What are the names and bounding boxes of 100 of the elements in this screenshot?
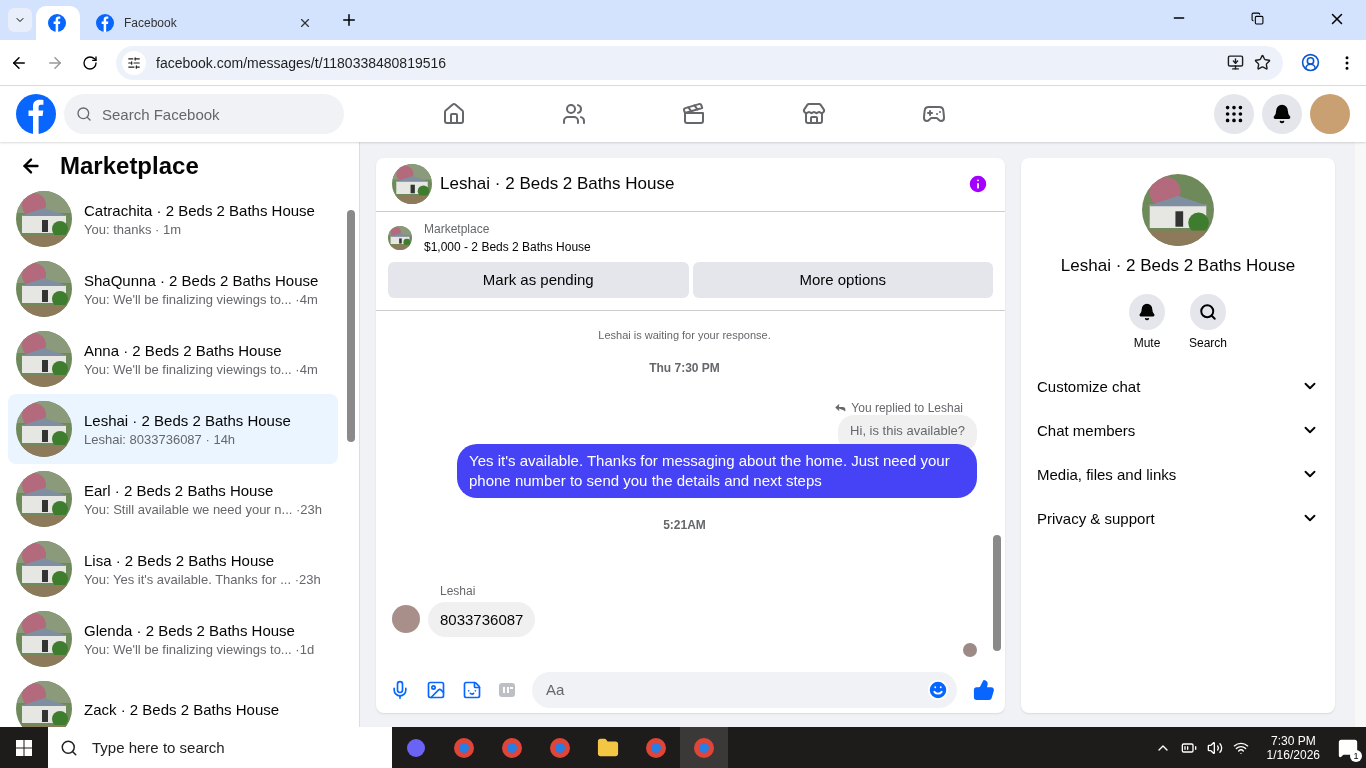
clock[interactable]: 7:30 PM 1/16/2026 xyxy=(1266,733,1320,762)
house-photo xyxy=(16,541,72,597)
sticker-icon[interactable] xyxy=(462,679,482,700)
grid-icon[interactable] xyxy=(1223,103,1245,125)
conversation-name: Glenda · 2 Beds 2 Baths House xyxy=(84,621,296,639)
action-button[interactable]: Mark as pending xyxy=(388,261,689,298)
search-icon xyxy=(60,738,78,757)
house-photo xyxy=(16,401,72,457)
tab-list-button[interactable] xyxy=(8,8,32,32)
emoji-icon[interactable] xyxy=(927,678,949,701)
browser-icon[interactable] xyxy=(501,736,523,759)
browser-icon[interactable] xyxy=(693,736,715,759)
restore-icon[interactable] xyxy=(1251,12,1264,25)
search-input[interactable]: Search Facebook xyxy=(100,104,332,124)
chat-title: Leshai · 2 Beds 2 Baths House xyxy=(440,174,676,195)
home-icon[interactable] xyxy=(442,102,466,126)
bell-icon[interactable] xyxy=(1138,303,1156,321)
conversation-name: Zack · 2 Beds 2 Baths House xyxy=(84,700,280,718)
avatar xyxy=(392,605,420,634)
active-app-button[interactable] xyxy=(680,727,728,768)
sender-name: Leshai xyxy=(440,583,477,598)
address-bar[interactable]: facebook.com/messages/t/1180338480819516 xyxy=(116,45,1283,80)
copilot-icon[interactable] xyxy=(405,736,427,759)
store-icon[interactable] xyxy=(802,102,826,126)
conversation-item[interactable]: ShaQunna · 2 Beds 2 Baths House You: We'll be finalizing viewings to... ·4m xyxy=(8,254,338,324)
search-icon[interactable] xyxy=(1199,303,1217,321)
house-photo xyxy=(392,164,432,205)
bell-icon[interactable] xyxy=(1272,104,1292,124)
search-button[interactable] xyxy=(1190,294,1226,330)
conversation-item[interactable]: Leshai · 2 Beds 2 Baths House Leshai: 8033736087 · 14h xyxy=(8,394,338,464)
browser-tab[interactable]: Facebook xyxy=(84,6,324,40)
message-preview: You: Still available we need your n... ·23h xyxy=(84,501,322,517)
scrollbar-thumb[interactable] xyxy=(347,210,355,442)
search-icon xyxy=(76,106,92,122)
bookmark-star-icon[interactable] xyxy=(1254,54,1271,71)
menu-grid-button[interactable] xyxy=(1214,94,1254,134)
folder-icon[interactable] xyxy=(597,736,619,759)
message-preview: You: We'll be finalizing viewings to... ·4m xyxy=(84,291,319,307)
message-preview: You: Yes it's available. Thanks for ... ·23h xyxy=(84,571,321,587)
volume-icon[interactable] xyxy=(1206,739,1223,756)
conversation-item[interactable]: Earl · 2 Beds 2 Baths House You: Still available we need your n... ·23h xyxy=(8,464,338,534)
sidebar-title: Marketplace xyxy=(60,152,199,180)
search-field[interactable]: Search Facebook xyxy=(64,94,344,134)
browser-icon[interactable] xyxy=(549,736,571,759)
friends-icon[interactable] xyxy=(562,102,586,126)
house-photo xyxy=(16,611,72,667)
close-icon[interactable] xyxy=(298,16,312,30)
conversation-name: Leshai · 2 Beds 2 Baths House xyxy=(84,411,291,429)
collapsible-section[interactable]: Media, files and links xyxy=(1037,452,1319,496)
sent-message: Yes it's available. Thanks for messaging about the home. Just need your phone number to send you the details and next steps xyxy=(457,443,977,498)
reply-note-text: You replied to Leshai xyxy=(851,400,963,415)
message-field[interactable]: Aa xyxy=(532,671,957,708)
browser-icon[interactable] xyxy=(645,736,667,759)
install-icon[interactable] xyxy=(1227,54,1244,71)
collapsible-section[interactable]: Privacy & support xyxy=(1037,496,1319,540)
house-photo xyxy=(16,471,72,527)
facebook-icon xyxy=(96,14,114,32)
message-input[interactable]: Aa xyxy=(544,680,927,700)
message-preview: You: thanks · 1m xyxy=(84,221,183,237)
action-button[interactable]: More options xyxy=(692,261,993,298)
house-photo xyxy=(16,191,72,247)
conversation-item[interactable]: Catrachita · 2 Beds 2 Baths House You: thanks · 1m xyxy=(8,184,338,254)
conversation-item[interactable]: Glenda · 2 Beds 2 Baths House You: We'll be finalizing viewings to... ·1d xyxy=(8,604,338,674)
site-settings-icon[interactable] xyxy=(127,55,141,70)
conversation-item[interactable]: Lisa · 2 Beds 2 Baths House You: Yes it's available. Thanks for ... ·23h xyxy=(8,534,338,604)
house-photo xyxy=(16,261,72,317)
new-tab-icon[interactable] xyxy=(340,11,358,29)
conversation-item[interactable]: Anna · 2 Beds 2 Baths House You: We'll be finalizing viewings to... ·4m xyxy=(8,324,338,394)
action-label: Mute xyxy=(1133,336,1161,350)
house-photo xyxy=(388,225,412,250)
house-photo xyxy=(16,331,72,387)
thumbs-up-icon[interactable] xyxy=(973,678,995,701)
timestamp: Thu 7:30 PM xyxy=(649,360,720,375)
listing-label: Marketplace xyxy=(424,221,491,236)
video-icon[interactable] xyxy=(682,102,706,126)
message-preview: You: We'll be finalizing viewings to... ·1d xyxy=(84,641,315,657)
windows-start-icon[interactable] xyxy=(16,739,32,756)
notifications-button[interactable] xyxy=(1262,94,1302,134)
info-icon[interactable] xyxy=(967,173,989,196)
browser-icon[interactable] xyxy=(453,736,475,759)
facebook-logo[interactable] xyxy=(16,94,56,134)
profile-icon[interactable] xyxy=(1301,53,1320,72)
conversation-name: ShaQunna · 2 Beds 2 Baths House xyxy=(84,271,319,289)
status-notice: Leshai is waiting for your response. xyxy=(598,328,771,341)
browser-tab[interactable] xyxy=(36,6,80,40)
listing-title: $1,000 - 2 Beds 2 Baths House xyxy=(424,239,591,254)
conversation-name: Anna · 2 Beds 2 Baths House xyxy=(84,341,283,359)
microphone-icon[interactable] xyxy=(390,679,410,700)
received-message: 8033736087 xyxy=(428,601,536,637)
mute-button[interactable] xyxy=(1129,294,1165,330)
photo-icon[interactable] xyxy=(426,679,446,700)
timestamp: 5:21AM xyxy=(663,517,706,532)
collapsible-section[interactable]: Chat members xyxy=(1037,408,1319,452)
conversation-name: Earl · 2 Beds 2 Baths House xyxy=(84,481,275,499)
reload-icon[interactable] xyxy=(82,54,98,71)
collapsible-section[interactable]: Customize chat xyxy=(1037,364,1319,408)
scrollbar-thumb[interactable] xyxy=(993,534,1001,651)
message-preview: Leshai: 8033736087 · 14h xyxy=(84,431,237,447)
action-label: Search xyxy=(1189,336,1227,350)
taskbar-search-field[interactable]: Type here to search xyxy=(48,727,392,768)
